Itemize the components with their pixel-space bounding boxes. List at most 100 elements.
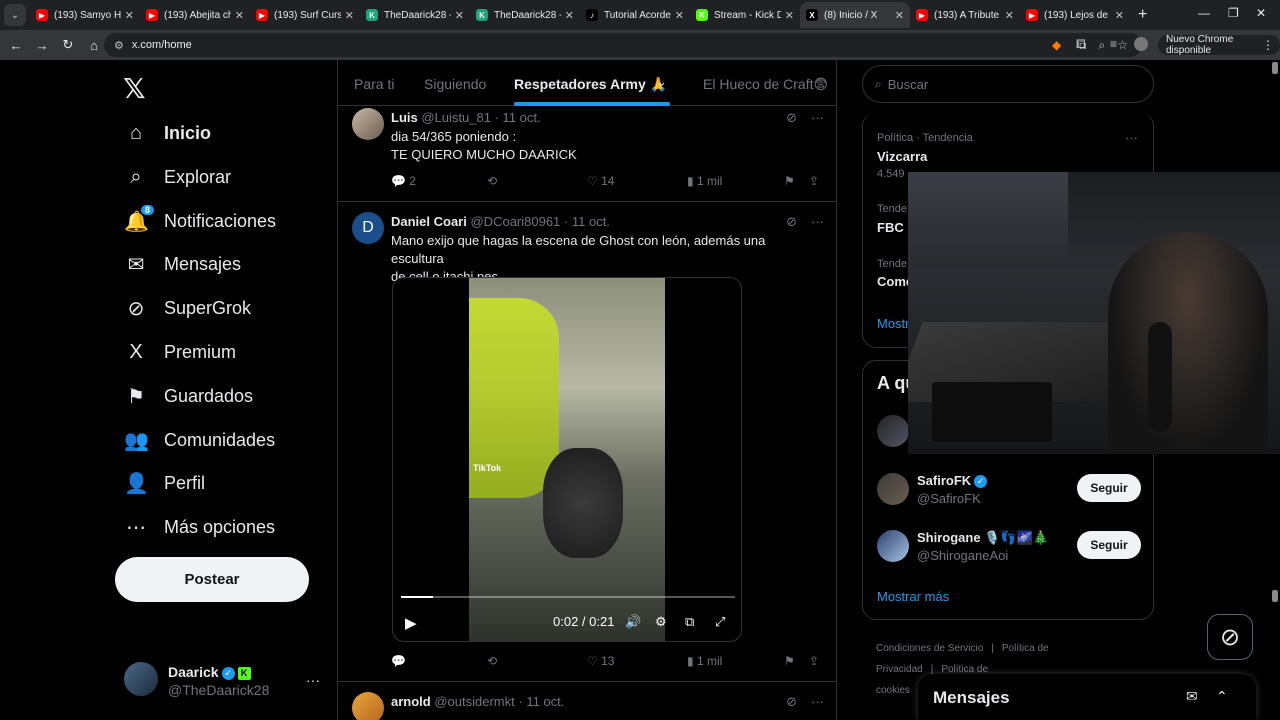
close-tab-icon[interactable]: ✕	[675, 9, 684, 22]
like-button[interactable]: ♡ 14	[587, 174, 614, 188]
avatar[interactable]	[352, 692, 384, 720]
tab-para-ti[interactable]: Para ti	[354, 76, 394, 92]
avatar[interactable]	[877, 530, 909, 562]
tab-siguiendo[interactable]: Siguiendo	[424, 76, 486, 92]
settings-icon[interactable]: ⚙	[655, 614, 667, 630]
show-more-link[interactable]: Mostrar más	[877, 589, 949, 604]
browser-tab[interactable]: ♪ Tutorial Acordes c ✕	[580, 2, 690, 28]
extensions-puzzle-icon[interactable]: ⧠	[1076, 37, 1086, 52]
extension-icon[interactable]: ◆	[1052, 38, 1061, 52]
sidebar-item-inicio[interactable]: ⌂ Inicio	[124, 113, 211, 153]
repost-icon[interactable]: ⟲	[487, 174, 497, 188]
close-tab-icon[interactable]: ✕	[895, 9, 904, 22]
tweet[interactable]: Luis @Luistu_81 · 11 oct. ⊘ ··· dia 54/3…	[338, 106, 836, 202]
author-name[interactable]: Daniel Coari	[391, 214, 467, 229]
bookmark-icon[interactable]: ⚑	[784, 654, 795, 668]
browser-tab[interactable]: ▶ (193) Surf Curse - ✕	[250, 2, 360, 28]
like-button[interactable]: ♡ 13	[587, 654, 614, 668]
zoom-icon[interactable]: ⌕	[1099, 38, 1106, 53]
forward-icon[interactable]: →	[30, 38, 54, 53]
tab-respetadores-army[interactable]: Respetadores Army 🙏	[514, 76, 667, 93]
search-input[interactable]: ⌕ Buscar	[862, 65, 1154, 103]
expand-up-icon[interactable]: ⌃	[1216, 688, 1228, 705]
scrollbar-thumb[interactable]	[1272, 590, 1278, 602]
close-tab-icon[interactable]: ✕	[1005, 9, 1014, 22]
browser-tab[interactable]: X (8) Inicio / X ✕	[800, 2, 910, 28]
browser-tab[interactable]: K TheDaarick28 - Su ✕	[470, 2, 580, 28]
more-icon[interactable]: ···	[811, 694, 824, 710]
more-icon[interactable]: ···	[811, 110, 824, 126]
tweet[interactable]: D Daniel Coari @DCoari80961 · 11 oct. ⊘ …	[338, 202, 836, 682]
suggested-account[interactable]: Shirogane 🎙️👣🌌🎄 @ShiroganeAoi Seguir	[877, 528, 1141, 568]
sidebar-item-mensajes[interactable]: ✉ Mensajes	[124, 244, 241, 284]
close-tab-icon[interactable]: ✕	[565, 9, 574, 22]
reply-button[interactable]: 💬 2	[391, 174, 416, 188]
address-bar[interactable]: ⚙ x.com/home ⧉ ⌕ ☆	[104, 33, 1142, 57]
trend-name[interactable]: Vizcarra	[877, 149, 927, 164]
tweet-date[interactable]: · 11 oct.	[495, 110, 541, 125]
bookmark-icon[interactable]: ⚑	[784, 174, 795, 188]
sidebar-item-notificaciones[interactable]: 🔔 8 Notificaciones	[124, 201, 276, 241]
close-window-icon[interactable]: ✕	[1256, 6, 1266, 20]
close-tab-icon[interactable]: ✕	[1115, 9, 1124, 22]
post-button[interactable]: Postear	[115, 557, 309, 602]
messages-drawer[interactable]: Mensajes ✉ ⌃	[918, 674, 1256, 720]
close-tab-icon[interactable]: ✕	[345, 9, 354, 22]
browser-tab[interactable]: K Stream - Kick Das ✕	[690, 2, 800, 28]
tweet-date[interactable]: · 11 oct.	[518, 694, 564, 709]
sidebar-item-guardados[interactable]: ⚑ Guardados	[124, 376, 253, 416]
browser-tab[interactable]: ▶ (193) A Tribute to ✕	[910, 2, 1020, 28]
chrome-menu-icon[interactable]: ⋮	[1262, 38, 1274, 52]
reload-icon[interactable]: ↻	[56, 37, 80, 53]
tweet[interactable]: arnold @outsidermkt · 11 oct. ⊘ ···	[338, 682, 836, 720]
play-icon[interactable]: ▶	[405, 614, 417, 632]
browser-tab[interactable]: ▶ (193) Abejita chiq ✕	[140, 2, 250, 28]
sidebar-item-supergrok[interactable]: ⊘ SuperGrok	[124, 288, 251, 328]
repost-icon[interactable]: ⟲	[487, 654, 497, 668]
picture-in-picture-icon[interactable]: ⧉	[685, 614, 694, 630]
follow-button[interactable]: Seguir	[1077, 531, 1141, 559]
avatar[interactable]	[877, 415, 909, 447]
more-icon[interactable]: ···	[306, 672, 320, 688]
fullscreen-icon[interactable]: ⤢	[715, 614, 725, 630]
sidebar-item-más-opciones[interactable]: ⋯ Más opciones	[124, 507, 275, 547]
grok-icon[interactable]: ⊘	[786, 694, 797, 710]
browser-tab[interactable]: K TheDaarick28 - Pr ✕	[360, 2, 470, 28]
x-logo-icon[interactable]: 𝕏	[123, 72, 146, 105]
close-tab-icon[interactable]: ✕	[785, 9, 794, 22]
author-handle[interactable]: @outsidermkt	[434, 694, 514, 709]
tweet-date[interactable]: · 11 oct.	[564, 214, 610, 229]
profile-avatar-icon[interactable]	[1134, 37, 1148, 51]
minimize-icon[interactable]: —	[1198, 6, 1210, 20]
avatar[interactable]: D	[352, 212, 384, 244]
sidebar-item-explorar[interactable]: ⌕ Explorar	[124, 157, 231, 197]
author-handle[interactable]: @DCoari80961	[470, 214, 560, 229]
volume-icon[interactable]: 🔊	[625, 614, 641, 630]
share-icon[interactable]: ⇪	[809, 654, 819, 668]
grok-floating-button[interactable]: ⊘	[1207, 614, 1253, 660]
reading-list-icon[interactable]: ≡	[1110, 37, 1117, 51]
back-icon[interactable]: ←	[4, 38, 28, 53]
account-switcher[interactable]: Daarick ✓ K @TheDaarick28 ···	[124, 662, 324, 702]
browser-tab[interactable]: ▶ (193) Lejos de ti (✕	[1020, 2, 1130, 28]
video-player[interactable]: TikTok ▶ 0:02 / 0:21 🔊 ⚙ ⧉ ⤢	[392, 277, 742, 642]
author-name[interactable]: arnold	[391, 694, 431, 709]
close-tab-icon[interactable]: ✕	[455, 9, 464, 22]
close-tab-icon[interactable]: ✕	[235, 9, 244, 22]
more-icon[interactable]: ···	[1125, 130, 1138, 145]
video-progress-bar[interactable]	[401, 596, 735, 598]
more-icon[interactable]: ···	[811, 214, 824, 230]
footer-link[interactable]: Condiciones de Servicio	[876, 643, 983, 654]
avatar[interactable]	[877, 473, 909, 505]
reply-icon[interactable]: 💬	[391, 654, 406, 668]
avatar[interactable]	[352, 108, 384, 140]
home-browser-icon[interactable]: ⌂	[82, 38, 106, 53]
grok-icon[interactable]: ⊘	[786, 214, 797, 230]
new-tab-button[interactable]: +	[1138, 6, 1147, 24]
browser-tab[interactable]: ▶ (193) Samyo How ✕	[30, 2, 140, 28]
share-icon[interactable]: ⇪	[809, 174, 819, 188]
suggested-account[interactable]: SafiroFK ✓ @SafiroFK Seguir	[877, 471, 1141, 511]
views-button[interactable]: ▮ 1 mil	[687, 174, 722, 188]
tab-el-hueco-de-craft[interactable]: El Hueco de Craft😨	[703, 76, 828, 93]
restore-icon[interactable]: ❐	[1228, 6, 1239, 20]
